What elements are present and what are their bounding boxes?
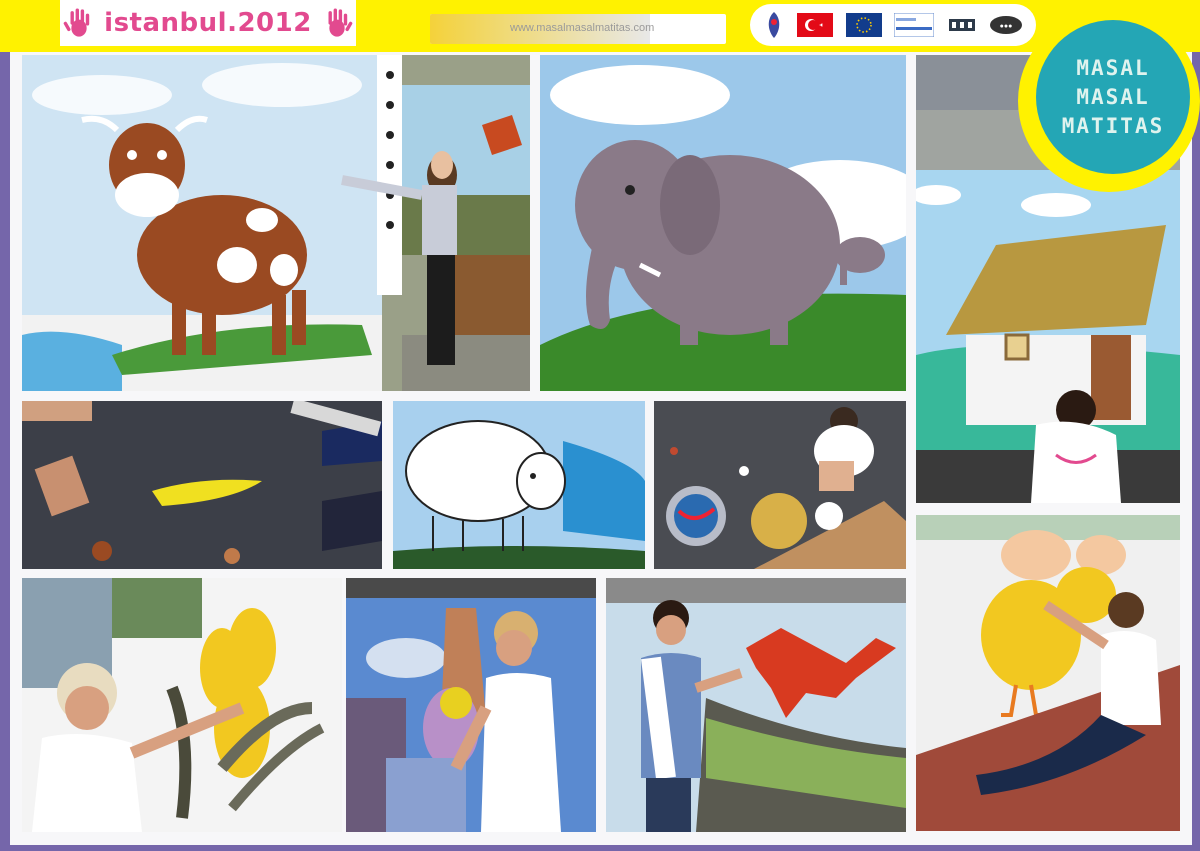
- photo-elephant-mural: [540, 55, 906, 391]
- eu-flag-icon: [845, 13, 882, 37]
- ua-logo-icon: [768, 12, 779, 38]
- hand-print-icon: [328, 8, 353, 37]
- logo-text: istanbul.2012: [104, 8, 312, 38]
- photo-children-mural: [346, 578, 596, 832]
- photo-red-dog-mural: [606, 578, 906, 832]
- bottom-frame-bar: [0, 845, 1200, 851]
- partner-logos: ●●●: [750, 4, 1036, 46]
- photo-ground-paint: [22, 401, 382, 569]
- partner-logo-icon: ●●●: [990, 16, 1023, 34]
- svg-text:●●●: ●●●: [1000, 23, 1013, 30]
- badge-line-2: MASAL: [1076, 84, 1150, 109]
- youth-programme-icon: [894, 13, 935, 37]
- badge-line-1: MASAL: [1076, 55, 1150, 80]
- header-bar: istanbul.2012 www.masalmasalmatitas.com …: [0, 0, 1200, 52]
- photo-cow-mural: [22, 55, 530, 391]
- photo-sunflower-mural: [22, 578, 342, 832]
- turkey-flag-icon: [797, 13, 834, 37]
- photo-paint-supplies: [654, 401, 906, 569]
- project-badge-inner: MASAL MASAL MATITAS: [1036, 20, 1190, 174]
- photo-chick-mural: [916, 515, 1180, 831]
- badge-line-3: MATITAS: [1061, 113, 1165, 138]
- photo-sheep-mural: [393, 401, 645, 569]
- website-banner[interactable]: www.masalmasalmatitas.com: [430, 14, 726, 44]
- hand-print-icon: [63, 8, 90, 37]
- website-text[interactable]: www.masalmasalmatitas.com: [510, 22, 654, 34]
- left-frame-bar: [0, 0, 10, 851]
- ministry-icon: [946, 13, 977, 37]
- event-logo: istanbul.2012: [60, 0, 356, 46]
